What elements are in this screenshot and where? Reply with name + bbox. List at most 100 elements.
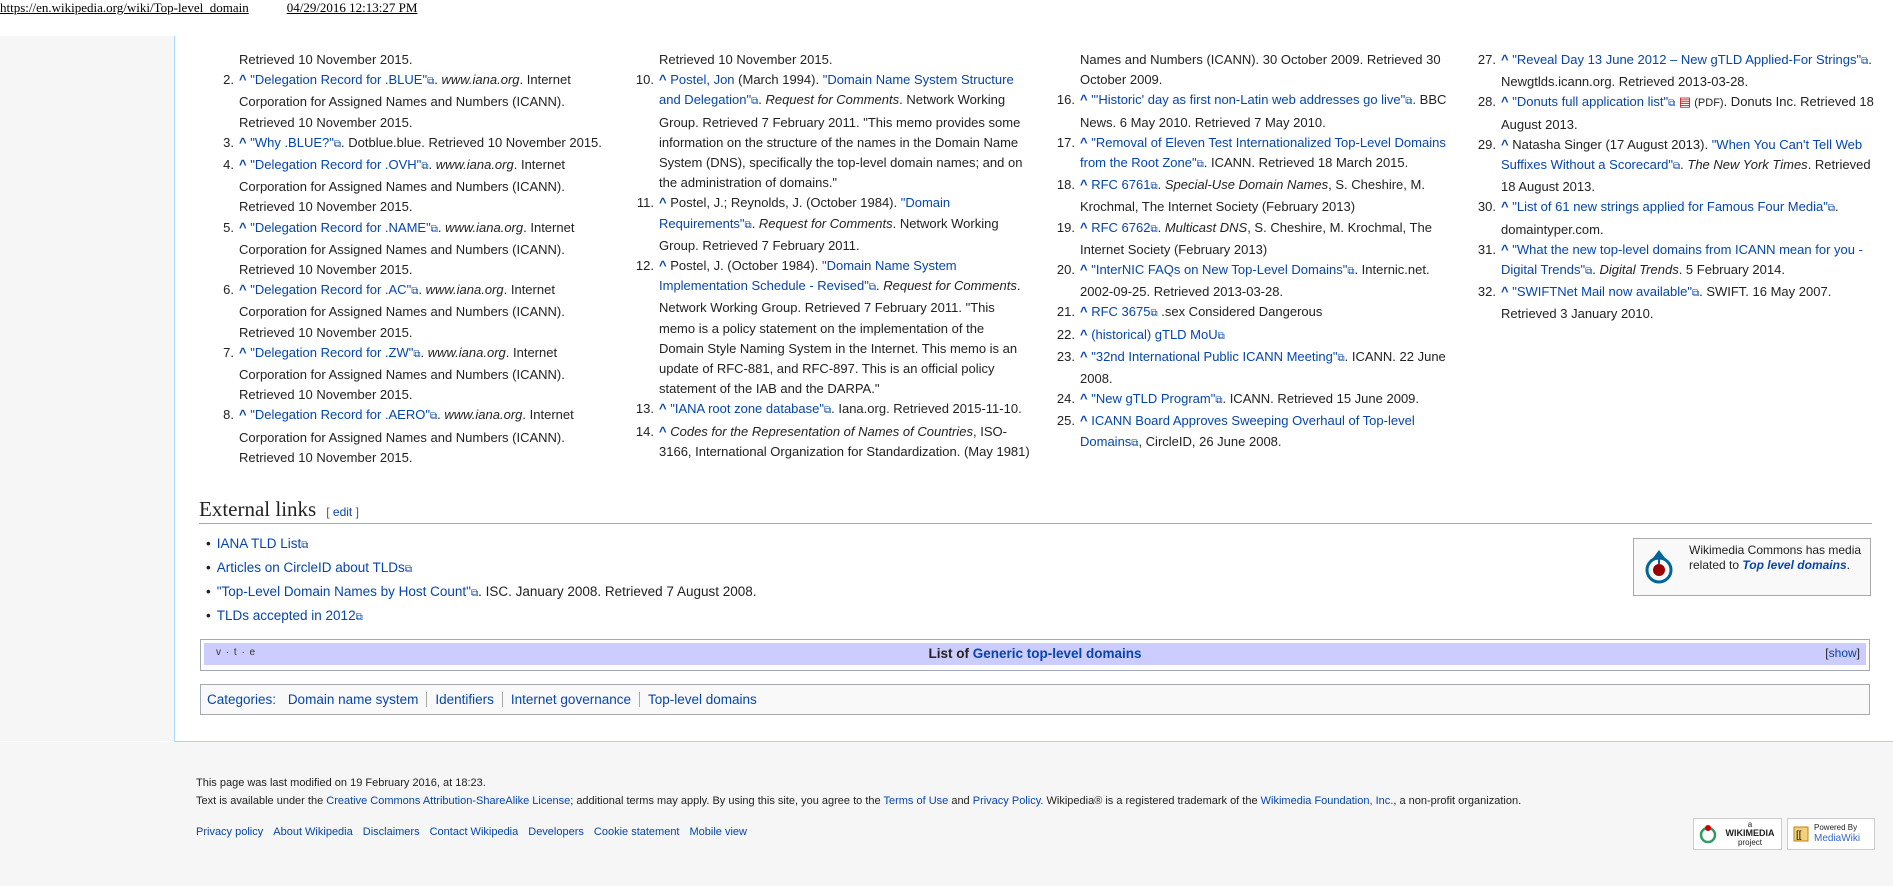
reference-continuation: Names and Numbers (ICANN). 30 October 20… xyxy=(1053,50,1453,90)
reference-link[interactable]: "IANA root zone database" xyxy=(670,401,824,416)
foundation-link[interactable]: Wikimedia Foundation, Inc. xyxy=(1261,795,1394,807)
reference-link[interactable]: RFC 3675 xyxy=(1091,304,1150,319)
reference-link[interactable]: "SWIFTNet Mail now available" xyxy=(1512,284,1692,299)
reference-link[interactable]: "InterNIC FAQs on New Top-Level Domains" xyxy=(1091,262,1347,277)
reference-work: Codes for the Representation of Names of… xyxy=(670,424,973,439)
backlink-caret[interactable]: ^ xyxy=(659,424,670,439)
categories-label[interactable]: Categories: xyxy=(207,692,276,707)
category-link[interactable]: Identifiers xyxy=(426,692,502,707)
powered-by-mediawiki-badge[interactable]: [[ Powered By MediaWiki xyxy=(1787,818,1875,850)
backlink-caret[interactable]: ^ xyxy=(239,157,250,172)
backlink-caret[interactable]: ^ xyxy=(239,282,250,297)
reference-number: 11. xyxy=(632,193,654,213)
show-link[interactable]: show xyxy=(1829,646,1857,660)
reference-link[interactable]: (historical) gTLD MoU xyxy=(1091,327,1217,342)
external-link-icon: ⧉ xyxy=(411,286,418,297)
reference-link[interactable]: "Delegation Record for .AERO" xyxy=(250,407,430,422)
reference-link[interactable]: "Delegation Record for .BLUE" xyxy=(250,72,427,87)
footer-link[interactable]: Mobile view xyxy=(690,826,747,838)
license-link[interactable]: Creative Commons Attribution-ShareAlike … xyxy=(326,795,570,807)
footer-link[interactable]: Privacy policy xyxy=(196,826,263,838)
wikimedia-project-badge[interactable]: a WIKIMEDIA project xyxy=(1693,818,1782,850)
footer-link[interactable]: About Wikipedia xyxy=(273,826,353,838)
backlink-caret[interactable]: ^ xyxy=(1080,349,1091,364)
backlink-caret[interactable]: ^ xyxy=(1080,262,1091,277)
reference-link[interactable]: "Reveal Day 13 June 2012 – New gTLD Appl… xyxy=(1512,52,1861,67)
footer-link[interactable]: Contact Wikipedia xyxy=(430,826,519,838)
reference-link[interactable]: RFC 6761 xyxy=(1091,177,1150,192)
footer-link[interactable]: Cookie statement xyxy=(594,826,680,838)
external-link[interactable]: IANA TLD List xyxy=(217,536,302,551)
reference-number: 6. xyxy=(212,280,234,300)
reference-number: 32. xyxy=(1474,282,1496,302)
backlink-caret[interactable]: ^ xyxy=(1080,327,1091,342)
external-link[interactable]: "Top-Level Domain Names by Host Count" xyxy=(217,584,471,599)
privacy-policy-link[interactable]: Privacy Policy xyxy=(973,795,1041,807)
commons-link[interactable]: Top level domains xyxy=(1742,558,1846,572)
reference-link[interactable]: "Delegation Record for .OVH" xyxy=(250,157,421,172)
reference-number: 23. xyxy=(1053,347,1075,367)
reference-link[interactable]: "Delegation Record for .AC" xyxy=(250,282,411,297)
pdf-label: (PDF) xyxy=(1691,97,1723,109)
external-link-icon: ⧉ xyxy=(301,540,308,551)
backlink-caret[interactable]: ^ xyxy=(239,72,250,87)
reference-number: 18. xyxy=(1053,175,1075,195)
reference-link[interactable]: "List of 61 new strings applied for Famo… xyxy=(1512,199,1828,214)
reference-site: www.iana.org xyxy=(445,220,523,235)
category-link[interactable]: Internet governance xyxy=(502,692,639,707)
external-link[interactable]: TLDs accepted in 2012 xyxy=(217,608,356,623)
reference-link[interactable]: "Why .BLUE?" xyxy=(250,135,334,150)
reference-site: www.iana.org xyxy=(426,282,504,297)
backlink-caret[interactable]: ^ xyxy=(239,345,250,360)
backlink-caret[interactable]: ^ xyxy=(659,195,670,210)
navbox-show-toggle[interactable]: [show] xyxy=(1825,646,1860,660)
external-link-icon: ⧉ xyxy=(427,76,434,87)
reference-author[interactable]: Postel, Jon xyxy=(670,72,734,87)
backlink-caret[interactable]: ^ xyxy=(1080,92,1091,107)
terms-link[interactable]: Terms of Use xyxy=(883,795,948,807)
backlink-caret[interactable]: ^ xyxy=(1080,391,1091,406)
external-link[interactable]: Articles on CircleID about TLDs xyxy=(217,560,405,575)
reference-link[interactable]: RFC 6762 xyxy=(1091,220,1150,235)
reference-link[interactable]: "Delegation Record for .ZW" xyxy=(250,345,413,360)
backlink-caret[interactable]: ^ xyxy=(1501,94,1512,109)
backlink-caret[interactable]: ^ xyxy=(1501,52,1512,67)
footer-link[interactable]: Developers xyxy=(528,826,584,838)
page-url[interactable]: https://en.wikipedia.org/wiki/Top-level_… xyxy=(0,0,249,15)
edit-link[interactable]: edit xyxy=(333,505,352,519)
backlink-caret[interactable]: ^ xyxy=(1080,220,1091,235)
license-mid: ; additional terms may apply. By using t… xyxy=(570,795,883,807)
backlink-caret[interactable]: ^ xyxy=(659,72,670,87)
backlink-caret[interactable]: ^ xyxy=(1501,284,1512,299)
backlink-caret[interactable]: ^ xyxy=(239,407,250,422)
reference-number: 31. xyxy=(1474,240,1496,260)
navbox-title-bar: v · t · e List of Generic top-level doma… xyxy=(204,643,1866,665)
backlink-caret[interactable]: ^ xyxy=(239,220,250,235)
backlink-caret[interactable]: ^ xyxy=(659,258,670,273)
external-link-icon: ⧉ xyxy=(1150,308,1157,319)
reference-continuation: Retrieved 10 November 2015. xyxy=(212,50,602,70)
reference-link[interactable]: "Delegation Record for .NAME" xyxy=(250,220,430,235)
reference-author: Postel, J. xyxy=(670,258,723,273)
backlink-caret[interactable]: ^ xyxy=(1501,137,1512,152)
reference-link[interactable]: "32nd International Public ICANN Meeting… xyxy=(1091,349,1337,364)
backlink-caret[interactable]: ^ xyxy=(1501,242,1512,257)
backlink-caret[interactable]: ^ xyxy=(1501,199,1512,214)
backlink-caret[interactable]: ^ xyxy=(659,401,670,416)
navbox-title-link[interactable]: Generic top-level domains xyxy=(973,646,1142,661)
backlink-caret[interactable]: ^ xyxy=(1080,177,1091,192)
backlink-caret[interactable]: ^ xyxy=(1080,413,1091,428)
backlink-caret[interactable]: ^ xyxy=(1080,304,1091,319)
external-link-icon: ⧉ xyxy=(1337,353,1344,364)
category-link[interactable]: Top-level domains xyxy=(639,692,765,707)
reference-details: . 5 February 2014. xyxy=(1679,262,1785,277)
category-link[interactable]: Domain name system xyxy=(284,692,427,707)
reference-link[interactable]: "Donuts full application list" xyxy=(1512,94,1668,109)
backlink-caret[interactable]: ^ xyxy=(1080,135,1091,150)
external-link-icon: ⧉ xyxy=(413,349,420,360)
backlink-caret[interactable]: ^ xyxy=(239,135,250,150)
footer-link[interactable]: Disclaimers xyxy=(363,826,420,838)
reference-number: 2. xyxy=(212,70,234,90)
reference-link[interactable]: "'Historic' day as first non-Latin web a… xyxy=(1091,92,1405,107)
reference-link[interactable]: "New gTLD Program" xyxy=(1091,391,1215,406)
